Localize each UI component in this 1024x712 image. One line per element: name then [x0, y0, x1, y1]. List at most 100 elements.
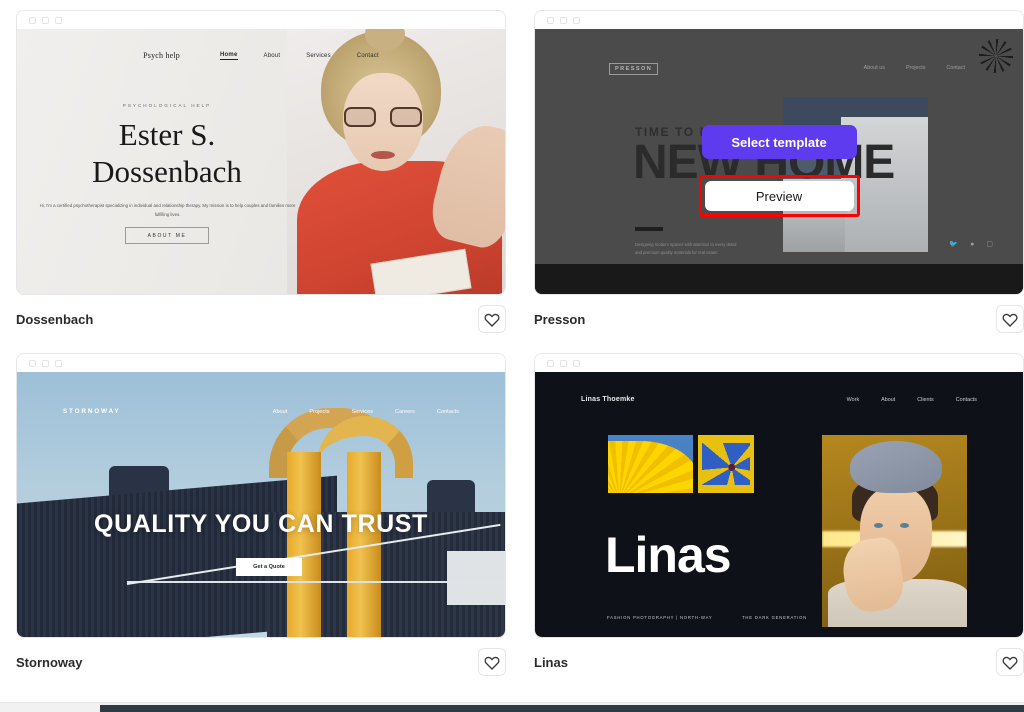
- window-dot-icon: [29, 359, 36, 367]
- photo-eye-shape: [874, 523, 883, 528]
- preview-viewport: Linas Thoemke Work About Clients Contact…: [535, 372, 1023, 637]
- template-gallery-page: Psych help Home About Services Contact P…: [0, 0, 1024, 712]
- window-dot-icon: [560, 16, 567, 24]
- preview-captions: FASHION PHOTOGRAPHY | NORTH-WAY THE DARK…: [607, 615, 807, 620]
- preview-body-text: Hi, I'm a certified psychotherapist spec…: [39, 203, 296, 218]
- favorite-button[interactable]: [478, 648, 506, 676]
- preview-site-nav: About us Projects Contact: [864, 65, 965, 71]
- template-grid: Psych help Home About Services Contact P…: [0, 0, 1024, 680]
- preview-nav-item: About: [263, 52, 281, 59]
- preview-headline: Ester S. Dossenbach: [17, 117, 317, 190]
- preview-nav-item: Services: [306, 52, 331, 59]
- template-card-presson[interactable]: PRESSON About us Projects Contact TIME T…: [534, 10, 1024, 337]
- preview-nav-item: Contacts: [436, 408, 459, 415]
- preview-site-nav: Linas Thoemke Work About Clients Contact…: [535, 396, 1023, 403]
- preview-brand: Linas Thoemke: [581, 396, 635, 403]
- preview-site-nav: STORNOWAY About Projects Services Career…: [17, 408, 505, 415]
- preview-flower-photo-blue: [698, 435, 754, 493]
- window-dot-icon: [547, 359, 554, 367]
- template-name: Dossenbach: [16, 311, 94, 327]
- preview-viewport: PRESSON About us Projects Contact TIME T…: [535, 29, 1023, 294]
- preview-nav-item: Clients: [917, 396, 934, 403]
- template-preview-frame[interactable]: Psych help Home About Services Contact P…: [16, 10, 506, 295]
- template-card-linas[interactable]: Linas Thoemke Work About Clients Contact…: [534, 353, 1024, 680]
- window-dot-icon: [42, 16, 49, 24]
- preview-nav-item: About: [272, 408, 288, 415]
- preview-nav-links: About Projects Services Careers Contacts: [273, 409, 459, 415]
- photo-eye-shape: [900, 523, 909, 528]
- preview-site-nav: Psych help Home About Services Contact: [17, 51, 505, 60]
- preview-nav-item: Work: [846, 396, 860, 403]
- favorite-button[interactable]: [996, 305, 1024, 333]
- preview-headline-line1: Ester S.: [118, 117, 216, 152]
- template-name: Linas: [534, 654, 568, 670]
- photo-vent-shape: [427, 480, 475, 514]
- template-preview-frame[interactable]: Linas Thoemke Work About Clients Contact…: [534, 353, 1024, 638]
- template-card-dossenbach[interactable]: Psych help Home About Services Contact P…: [16, 10, 506, 337]
- photo-petals-shape: [608, 441, 693, 493]
- browser-chrome-bar: [17, 11, 505, 29]
- preview-nav-item: Projects: [309, 408, 330, 415]
- window-dot-icon: [573, 359, 580, 367]
- preview-nav-item: Projects: [905, 65, 926, 71]
- preview-flower-photo-yellow: [608, 435, 693, 493]
- preview-caption-right: THE DARK GENERATION: [742, 615, 807, 620]
- template-name: Presson: [534, 311, 586, 327]
- browser-chrome-bar: [535, 11, 1023, 29]
- preview-headline-line2: Dossenbach: [92, 153, 242, 189]
- template-card-stornoway[interactable]: STORNOWAY About Projects Services Career…: [16, 353, 506, 680]
- favorite-button[interactable]: [478, 305, 506, 333]
- preview-brand: STORNOWAY: [63, 408, 121, 415]
- window-dot-icon: [55, 16, 62, 24]
- preview-brand: PRESSON: [609, 63, 659, 75]
- window-dot-icon: [547, 16, 554, 24]
- preview-body-text: Designing modern spaces with attention t…: [635, 242, 737, 255]
- preview-nav-item: Careers: [395, 408, 415, 415]
- window-dot-icon: [42, 359, 49, 367]
- favorite-button[interactable]: [996, 648, 1024, 676]
- preview-kicker: PSYCHOLOGICAL HELP: [122, 103, 212, 108]
- preview-nav-item: About: [881, 396, 896, 403]
- card-label-row: Presson: [534, 295, 1024, 337]
- template-hover-actions: Select template Preview: [535, 125, 1023, 217]
- preview-nav-links: Work About Clients Contacts: [847, 397, 977, 403]
- facebook-icon: ●: [970, 240, 975, 248]
- preview-brand: Psych help: [143, 51, 181, 60]
- browser-chrome-bar: [535, 354, 1023, 372]
- template-preview-frame[interactable]: STORNOWAY About Projects Services Career…: [16, 353, 506, 638]
- preview-nav-item: Contact: [356, 52, 379, 59]
- preview-headline: Linas: [605, 527, 732, 583]
- preview-footer-band: [535, 264, 1023, 294]
- preview-divider: [635, 227, 663, 231]
- preview-nav-item: Home: [220, 51, 238, 60]
- preview-viewport: Psych help Home About Services Contact P…: [17, 29, 505, 294]
- preview-nav-item: About us: [863, 65, 885, 71]
- photo-blue-flower-shape: [702, 443, 750, 485]
- browser-chrome-bar: [17, 354, 505, 372]
- photo-lips-shape: [371, 151, 395, 159]
- template-preview-frame[interactable]: PRESSON About us Projects Contact TIME T…: [534, 10, 1024, 295]
- preview-button[interactable]: Preview: [704, 181, 854, 211]
- photo-railing-shape: [127, 581, 505, 637]
- preview-nav-item: Contact: [946, 65, 965, 71]
- scrollbar-thumb[interactable]: [100, 705, 1024, 712]
- photo-glasses-shape: [344, 107, 422, 127]
- preview-viewport: STORNOWAY About Projects Services Career…: [17, 372, 505, 637]
- instagram-icon: ▢: [986, 241, 993, 248]
- horizontal-scrollbar[interactable]: [0, 702, 1024, 712]
- heart-icon: [1002, 313, 1018, 327]
- card-label-row: Linas: [534, 638, 1024, 680]
- preview-hero-photo: [287, 29, 505, 294]
- photo-beret-shape: [850, 441, 942, 493]
- card-label-row: Dossenbach: [16, 295, 506, 337]
- twitter-icon: 🐦: [949, 241, 959, 248]
- window-dot-icon: [29, 16, 36, 24]
- preview-portrait-photo: [822, 435, 967, 627]
- preview-headline: QUALITY YOU CAN TRUST: [94, 510, 428, 538]
- preview-social-links: 🐦 ● ▢: [949, 240, 993, 249]
- select-template-button[interactable]: Select template: [701, 125, 857, 159]
- preview-caption-left: FASHION PHOTOGRAPHY | NORTH-WAY: [607, 615, 713, 620]
- preview-sunburst-icon: [979, 39, 1013, 73]
- preview-nav-item: Services: [351, 408, 374, 415]
- template-name: Stornoway: [16, 654, 83, 670]
